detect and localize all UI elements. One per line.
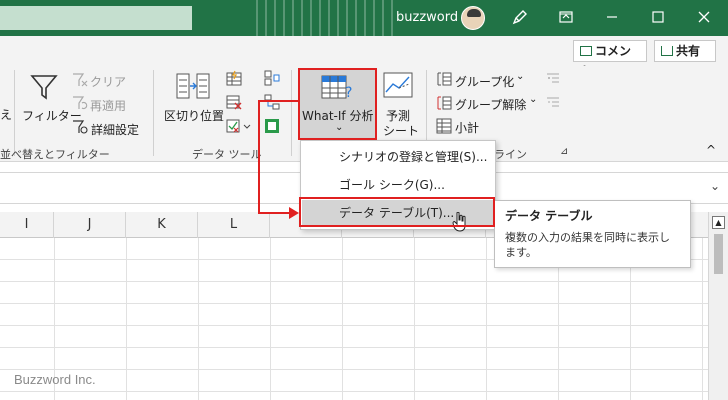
comment-icon (580, 46, 592, 56)
sort-label-partial[interactable]: え (0, 106, 12, 123)
reapply-button: 再適用 (90, 99, 127, 113)
ribbon-separator (291, 70, 292, 156)
annotation-arrow-line (258, 100, 298, 102)
scroll-up-icon[interactable]: ▲ (712, 216, 725, 229)
remove-duplicates-icon[interactable] (226, 94, 242, 113)
group-button[interactable]: グループ化 (455, 73, 514, 90)
reapply-icon (72, 95, 88, 114)
pen-icon[interactable] (510, 8, 530, 28)
hide-detail-icon (546, 95, 560, 112)
annotation-arrow-line (258, 100, 260, 214)
comment-button[interactable]: コメント (573, 40, 647, 78)
advanced-filter-icon[interactable] (72, 119, 88, 138)
filter-icon[interactable] (29, 72, 59, 105)
ribbon-display-icon[interactable] (556, 8, 576, 28)
whatif-highlight-box (298, 68, 377, 140)
tooltip: データ テーブル 複数の入力の結果を同時に表示します。 (494, 200, 691, 268)
scroll-thumb[interactable] (714, 234, 723, 274)
share-label: 共有 (676, 44, 701, 58)
share-button[interactable]: 共有 (654, 40, 716, 62)
title-pattern (256, 0, 396, 36)
ungroup-button[interactable]: グループ解除 (455, 96, 526, 113)
annotation-arrow-line (258, 212, 292, 214)
chevron-down-icon[interactable]: ⌄ (516, 71, 524, 82)
tooltip-body: 複数の入力の結果を同時に表示します。 (505, 231, 670, 259)
chevron-down-icon[interactable]: ⌄ (710, 179, 720, 193)
column-header[interactable]: K (126, 212, 198, 238)
ribbon-separator (14, 70, 15, 156)
annotation-arrowhead-icon (289, 207, 299, 222)
subtotal-icon[interactable] (436, 118, 452, 137)
clear-button: クリア (90, 75, 127, 89)
text-to-columns-button[interactable]: 区切り位置 (164, 107, 224, 124)
tooltip-title: データ テーブル (505, 209, 593, 223)
sort-filter-group-label: 並べ替えとフィルター (0, 148, 110, 161)
text-to-columns-icon[interactable] (176, 72, 210, 105)
forecast-label-2[interactable]: シート (383, 122, 419, 139)
menu-item-goal-seek[interactable]: ゴール シーク(G)... (302, 172, 494, 198)
relationships-icon[interactable] (264, 94, 280, 113)
data-validation-icon[interactable] (226, 118, 252, 137)
maximize-icon[interactable] (648, 8, 668, 28)
share-icon (661, 46, 673, 56)
clear-filter-icon (72, 72, 88, 91)
column-header[interactable]: L (198, 212, 270, 238)
search-box[interactable] (0, 6, 192, 30)
avatar[interactable] (461, 6, 485, 30)
subtotal-button[interactable]: 小計 (455, 119, 479, 136)
advanced-button[interactable]: 詳細設定 (91, 121, 139, 138)
chevron-down-icon[interactable]: ⌄ (529, 94, 537, 105)
title-bar: buzzword Inc. (0, 0, 728, 36)
minimize-icon[interactable] (602, 8, 622, 28)
collapse-ribbon-icon[interactable]: ^ (706, 143, 716, 157)
show-detail-icon (546, 71, 560, 88)
dialog-launcher-icon[interactable]: ⊿ (560, 146, 568, 157)
forecast-sheet-icon[interactable] (383, 72, 413, 103)
watermark: Buzzword Inc. (14, 372, 96, 387)
close-icon[interactable] (694, 8, 714, 28)
vertical-scrollbar[interactable]: ▲ (708, 212, 728, 400)
column-header[interactable]: J (54, 212, 126, 238)
consolidate-icon[interactable] (264, 70, 280, 89)
data-model-icon[interactable] (264, 118, 280, 137)
ribbon-separator (153, 70, 154, 156)
data-tools-group-label: データ ツール (192, 148, 262, 161)
menu-item-scenario-manager[interactable]: シナリオの登録と管理(S)... (302, 144, 494, 170)
column-header[interactable]: I (0, 212, 54, 238)
flash-fill-icon[interactable] (226, 70, 242, 89)
group-icon[interactable] (436, 71, 452, 90)
ungroup-icon[interactable] (436, 95, 452, 114)
outline-group-label: ライン (494, 148, 527, 161)
data-table-highlight-box (299, 197, 495, 227)
